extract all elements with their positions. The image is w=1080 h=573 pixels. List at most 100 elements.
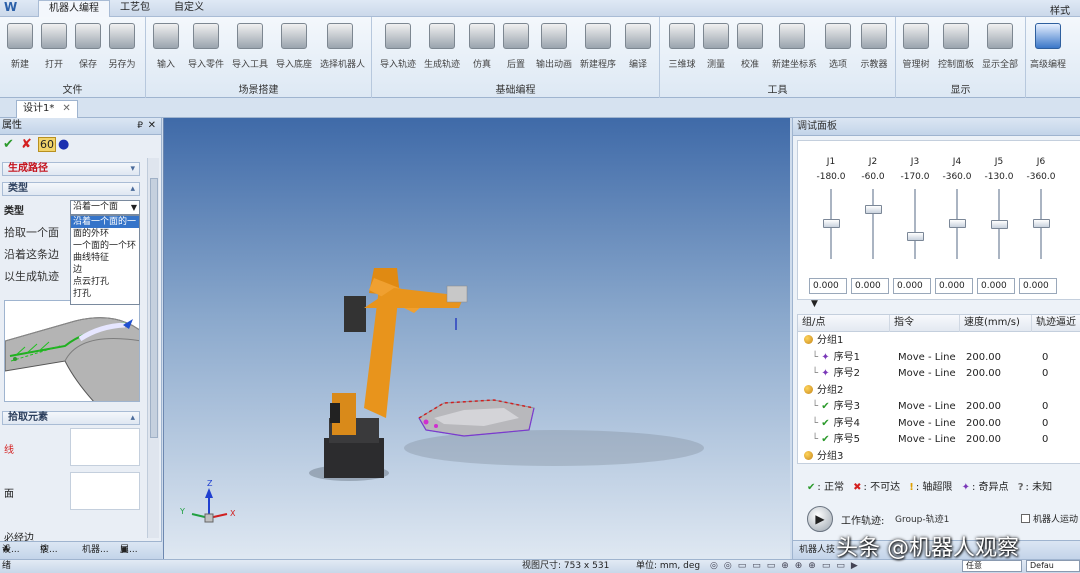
calibrate-button[interactable]: 校准: [730, 23, 770, 75]
save-as-button[interactable]: 另存为: [102, 23, 142, 75]
joint-slider-thumb[interactable]: [907, 231, 924, 241]
work-track-value[interactable]: Group-轨迹1: [895, 512, 949, 525]
type-select[interactable]: 沿着一个面 ▼: [70, 200, 140, 215]
joint-slider-track[interactable]: [914, 189, 916, 259]
generate-track-button[interactable]: 生成轨迹: [422, 23, 462, 75]
robot-motion-checkbox[interactable]: 机器人运动: [1021, 512, 1078, 525]
type-option[interactable]: 边: [71, 264, 139, 276]
joint-value-input[interactable]: 0.000: [1019, 278, 1057, 294]
tab-robot-programming[interactable]: 机器人编程: [38, 0, 110, 17]
post-process-button[interactable]: 后置: [496, 23, 536, 75]
joint-value-input[interactable]: 0.000: [977, 278, 1015, 294]
col-command[interactable]: 指令: [890, 315, 960, 332]
tab-process-package[interactable]: 工艺包: [110, 0, 160, 17]
pick-line-field[interactable]: [70, 428, 140, 466]
property-scrollbar[interactable]: [147, 158, 159, 538]
cell-command[interactable]: Move - Line: [898, 366, 956, 382]
col-approach[interactable]: 轨迹逼近: [1032, 315, 1080, 332]
teach-pendant-button[interactable]: 示教器: [854, 23, 894, 75]
table-row[interactable]: └ ✔ 序号5 Move - Line 200.00 0: [798, 432, 1080, 448]
cell-command[interactable]: Move - Line: [898, 432, 956, 448]
type-option[interactable]: 面的外环: [71, 228, 139, 240]
joint-slider-thumb[interactable]: [1033, 219, 1050, 228]
manage-tree-button[interactable]: 管理树: [896, 23, 936, 75]
new-coordinate-button[interactable]: 新建坐标系: [772, 23, 817, 75]
select-robot-button[interactable]: 选择机器人: [320, 23, 365, 75]
app-logo-icon[interactable]: W: [4, 0, 26, 14]
default-combo[interactable]: Defau: [1026, 560, 1080, 572]
export-animation-button[interactable]: 输出动画: [534, 23, 574, 75]
ribbon: 新建 打开 保存 另存为 文件 输入 导入零件 导入工具 导入底座 选择机器人 …: [0, 17, 1080, 98]
cell-approach[interactable]: 0: [1042, 416, 1048, 432]
col-speed[interactable]: 速度(mm/s): [960, 315, 1032, 332]
close-icon[interactable]: ✕: [148, 118, 156, 134]
show-all-button[interactable]: 显示全部: [980, 23, 1020, 75]
blue-dot-icon[interactable]: ●: [58, 137, 69, 152]
document-tab[interactable]: 设计1* ✕: [16, 100, 78, 118]
joint-slider-thumb[interactable]: [991, 220, 1008, 230]
expand-triangle-icon[interactable]: ▼: [811, 299, 818, 309]
new-program-button[interactable]: 新建程序: [578, 23, 618, 75]
joint-slider-thumb[interactable]: [949, 219, 966, 228]
cancel-icon[interactable]: ✘: [21, 137, 32, 152]
joint-slider-thumb[interactable]: [823, 219, 840, 228]
import-track-button[interactable]: 导入轨迹: [378, 23, 418, 75]
tab-customize[interactable]: 自定义: [164, 0, 214, 17]
joint-slider-track[interactable]: [872, 189, 874, 259]
style-menu[interactable]: 样式: [1050, 2, 1070, 17]
cell-speed[interactable]: 200.00: [966, 416, 1001, 432]
cell-speed[interactable]: 200.00: [966, 350, 1001, 366]
control-panel-button[interactable]: 控制面板: [936, 23, 976, 75]
compile-button[interactable]: 编译: [618, 23, 658, 75]
cell-speed[interactable]: 200.00: [966, 432, 1001, 448]
table-row[interactable]: └ ✦ 序号1 Move - Line 200.00 0: [798, 350, 1080, 366]
input-button[interactable]: 输入: [146, 23, 186, 75]
pick-elements-section[interactable]: 拾取元素 ▴: [2, 411, 140, 425]
status-ready: 绪: [2, 561, 12, 571]
scrollbar-thumb[interactable]: [150, 178, 158, 438]
col-group-point[interactable]: 组/点: [798, 315, 890, 332]
joint-value-input[interactable]: 0.000: [935, 278, 973, 294]
import-tool-button[interactable]: 导入工具: [230, 23, 270, 75]
table-group-row[interactable]: 分组2: [798, 383, 1080, 399]
joint-slider-thumb[interactable]: [865, 205, 882, 214]
generate-path-section[interactable]: 生成路径 ▾: [2, 162, 140, 176]
type-option[interactable]: 一个面的一个环: [71, 240, 139, 252]
cell-command[interactable]: Move - Line: [898, 350, 956, 366]
pin-icon[interactable]: ₽: [137, 118, 143, 134]
cell-approach[interactable]: 0: [1042, 399, 1048, 415]
3d-viewport[interactable]: Z X Y: [163, 118, 790, 559]
table-group-row[interactable]: 分组1: [798, 333, 1080, 349]
table-row[interactable]: └ ✔ 序号4 Move - Line 200.00 0: [798, 416, 1080, 432]
cell-speed[interactable]: 200.00: [966, 399, 1001, 415]
type-option[interactable]: 曲线特征: [71, 252, 139, 264]
type-option[interactable]: 打孔: [71, 288, 139, 300]
confirm-icon[interactable]: ✔: [3, 137, 14, 152]
cell-speed[interactable]: 200.00: [966, 366, 1001, 382]
joint-value-input[interactable]: 0.000: [809, 278, 847, 294]
import-part-button[interactable]: 导入零件: [186, 23, 226, 75]
advanced-programming-button[interactable]: 高级编程: [1028, 23, 1068, 75]
type-option[interactable]: 沿着一个面的一: [71, 216, 139, 228]
cell-approach[interactable]: 0: [1042, 366, 1048, 382]
type-section[interactable]: 类型 ▴: [2, 182, 140, 196]
cell-approach[interactable]: 0: [1042, 350, 1048, 366]
joint-value-input[interactable]: 0.000: [851, 278, 889, 294]
pick-face-field[interactable]: [70, 472, 140, 510]
preview-glasses-icon[interactable]: 60: [38, 137, 56, 152]
play-icon[interactable]: ▶: [807, 506, 833, 532]
table-row[interactable]: └ ✔ 序号3 Move - Line 200.00 0: [798, 399, 1080, 415]
options-button[interactable]: 选项: [818, 23, 858, 75]
cell-approach[interactable]: 0: [1042, 432, 1048, 448]
cell-command[interactable]: Move - Line: [898, 399, 956, 415]
cell-command[interactable]: Move - Line: [898, 416, 956, 432]
table-group-row[interactable]: 分组3: [798, 449, 1080, 464]
import-base-button[interactable]: 导入底座: [274, 23, 314, 75]
workpiece-model[interactable]: [418, 399, 535, 437]
tab-robot[interactable]: 机器...: [82, 542, 109, 559]
table-row[interactable]: └ ✦ 序号2 Move - Line 200.00 0: [798, 366, 1080, 382]
type-option[interactable]: 点云打孔: [71, 276, 139, 288]
joint-value-input[interactable]: 0.000: [893, 278, 931, 294]
close-icon[interactable]: ✕: [62, 103, 70, 114]
checkbox-box[interactable]: [1021, 514, 1030, 523]
